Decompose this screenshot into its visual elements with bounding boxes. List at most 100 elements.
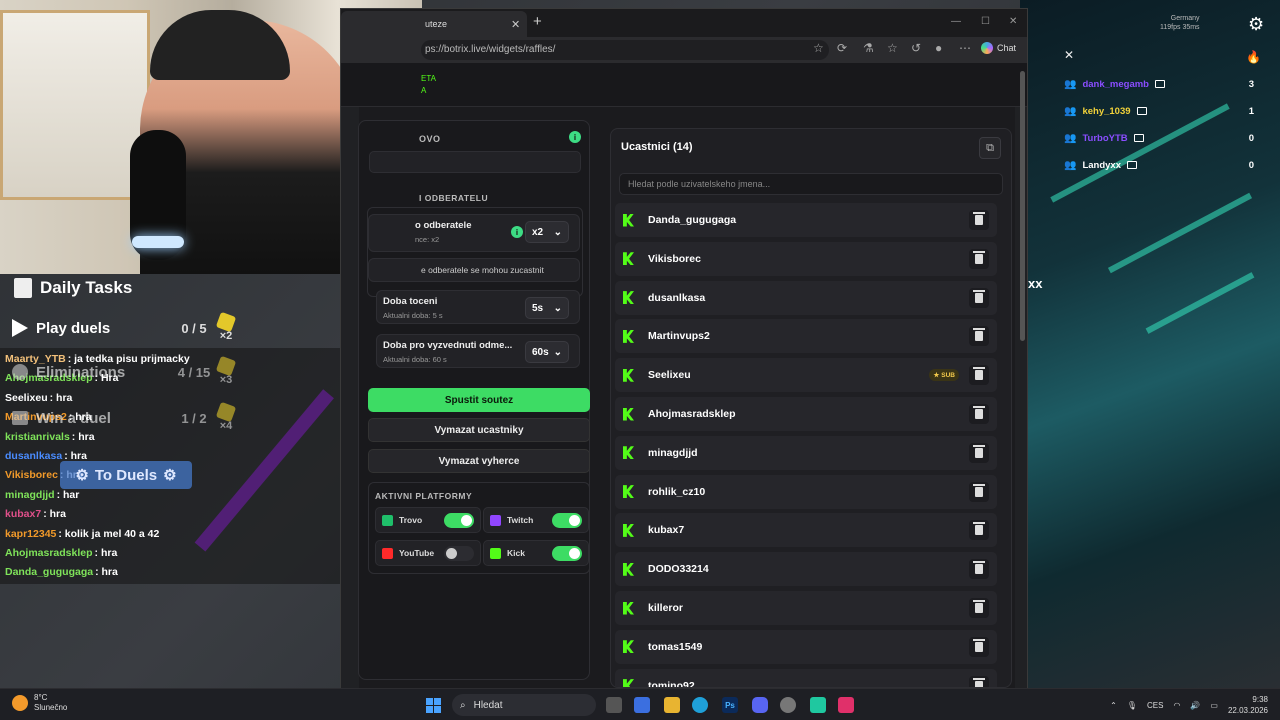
delete-participant-button[interactable] [969,598,989,618]
close-window-icon[interactable]: ✕ [1009,16,1017,27]
chat-username[interactable]: minagdjjd [5,489,55,501]
app-icon[interactable] [810,697,826,713]
delete-participant-button[interactable] [969,248,989,269]
sub-only-setting[interactable]: e odberatele se mohou zucastnit [368,258,580,282]
microphone-icon[interactable]: 🎙 [1127,701,1137,710]
new-tab-icon[interactable]: + [533,13,542,30]
leaderboard-row: 👥 dank_megamb 3 [1064,72,1264,96]
participants-title: Ucastnici (14) [621,141,693,153]
copy-list-button[interactable]: ⧉ [979,137,1001,159]
trovo-toggle[interactable] [444,513,474,528]
language-indicator[interactable]: CES [1147,701,1163,710]
participant-name: Vikisborec [648,252,701,265]
site-logo[interactable]: ETA A [421,73,436,97]
delete-participant-button[interactable] [969,442,989,463]
url-field[interactable]: ps://botrix.live/widgets/raffles/ [421,40,829,60]
users-icon: 👥 [1064,78,1077,90]
file-explorer-icon[interactable] [664,697,680,713]
app-icon[interactable] [634,697,650,713]
participant-name: Seelixeu [648,369,691,382]
kick-toggle[interactable] [552,546,582,561]
trash-icon [973,289,985,303]
clock[interactable]: 9:38 22.03.2026 [1228,694,1268,716]
history-icon[interactable]: ↺ [911,41,921,55]
to-duels-button[interactable]: ⚙ To Duels ⚙ [60,461,192,489]
chat-username[interactable]: Ahojmasradsklep [5,547,93,559]
profile-avatar-icon[interactable]: ● [935,41,942,55]
more-menu-icon[interactable]: ⋯ [959,41,971,55]
info-icon[interactable]: i [511,226,523,238]
twitch-toggle[interactable] [552,513,582,528]
chat-text: : hra [71,430,95,443]
clear-winners-button[interactable]: Vymazat vyherce [368,449,590,473]
delete-participant-button[interactable] [969,287,989,308]
refresh-icon[interactable]: ⟳ [837,41,847,55]
delete-participant-button[interactable] [969,365,989,386]
copy-icon: ⧉ [986,141,994,154]
browser-tab[interactable]: uteze ✕ [341,11,527,37]
photoshop-icon[interactable]: Ps [722,697,738,713]
task-view-icon[interactable] [606,697,622,713]
minimize-icon[interactable]: — [951,16,961,27]
close-tab-icon[interactable]: ✕ [511,18,520,31]
trash-icon [973,483,985,497]
keyword-input[interactable] [369,151,581,173]
chat-username[interactable]: kubax7 [5,508,41,520]
delete-participant-button[interactable] [969,675,989,687]
trophy-icon [12,411,28,425]
spin-duration-select[interactable]: 5s ⌄ [525,297,569,319]
player-name: kehy_1039 [1082,105,1131,117]
settings-gear-icon[interactable]: ⚙ [1248,14,1264,35]
webcam-window [0,10,150,200]
chat-message: Seelixeu: hra [5,392,72,404]
volume-icon[interactable]: 🔊 [1190,701,1200,710]
sub-multiplier-select[interactable]: x2 ⌄ [525,221,569,243]
edge-icon[interactable] [692,697,708,713]
delete-participant-button[interactable] [969,636,989,657]
discord-icon[interactable] [752,697,768,713]
favorite-star-icon[interactable]: ☆ [813,41,824,55]
delete-participant-button[interactable] [969,559,989,580]
chat-message: Danda_gugugaga: hra [5,566,118,578]
taskbar-search[interactable]: ⌕ Hledat [452,694,596,716]
gear-icon: ⚙ [75,467,89,484]
favorites-icon[interactable]: ☆ [887,41,898,55]
chat-username[interactable]: kapr12345 [5,528,56,540]
task-eliminations: Eliminations 4 / 15 ×3 [12,355,237,386]
extensions-icon[interactable]: ⚗ [863,41,874,55]
weather-widget[interactable]: 8°C Slunečno [12,693,67,713]
obs-icon[interactable] [780,697,796,713]
scrollbar[interactable] [1020,71,1025,341]
clear-participants-button[interactable]: Vymazat ucastniky [368,418,590,442]
wifi-icon[interactable]: ◠ [1173,701,1180,710]
chat-username[interactable]: Danda_gugugaga [5,566,93,578]
start-raffle-button[interactable]: Spustit soutez [368,388,590,412]
info-icon[interactable]: i [569,131,581,143]
chat-username[interactable]: Seelixeu [5,392,48,404]
delete-participant-button[interactable] [969,404,989,424]
windows-start-icon[interactable] [426,698,441,713]
close-icon[interactable]: ✕ [1064,48,1074,62]
delete-participant-button[interactable] [969,481,989,502]
claim-duration-select[interactable]: 60s ⌄ [525,341,569,363]
chat-username[interactable]: kristianrivals [5,431,70,443]
delete-participant-button[interactable] [969,210,989,230]
chat-username[interactable]: Vikisborec [5,469,58,481]
delete-participant-button[interactable] [969,326,989,347]
youtube-icon [382,547,393,559]
game-world-text: xx [1028,276,1043,291]
chat-username[interactable]: dusanlkasa [5,450,62,462]
youtube-toggle[interactable] [444,546,474,561]
chevron-up-icon[interactable]: ⌃ [1110,701,1117,710]
participant-search-input[interactable]: Hledat podle uzivatelskeho jmena... [619,173,1003,195]
kick-icon [623,446,634,460]
tiktok-icon[interactable] [838,697,854,713]
address-bar: ps://botrix.live/widgets/raffles/ ☆ [341,37,1027,63]
maximize-icon[interactable]: ☐ [981,16,990,27]
delete-participant-button[interactable] [969,520,989,541]
network-stats: Germany 119fps 35ms [1160,15,1200,31]
copilot-chat-button[interactable]: Chat [981,42,1016,54]
battery-icon[interactable]: ▭ [1210,701,1218,710]
participant-name: tomino92 [648,679,695,688]
platform-trovo: Trovo [375,507,481,533]
